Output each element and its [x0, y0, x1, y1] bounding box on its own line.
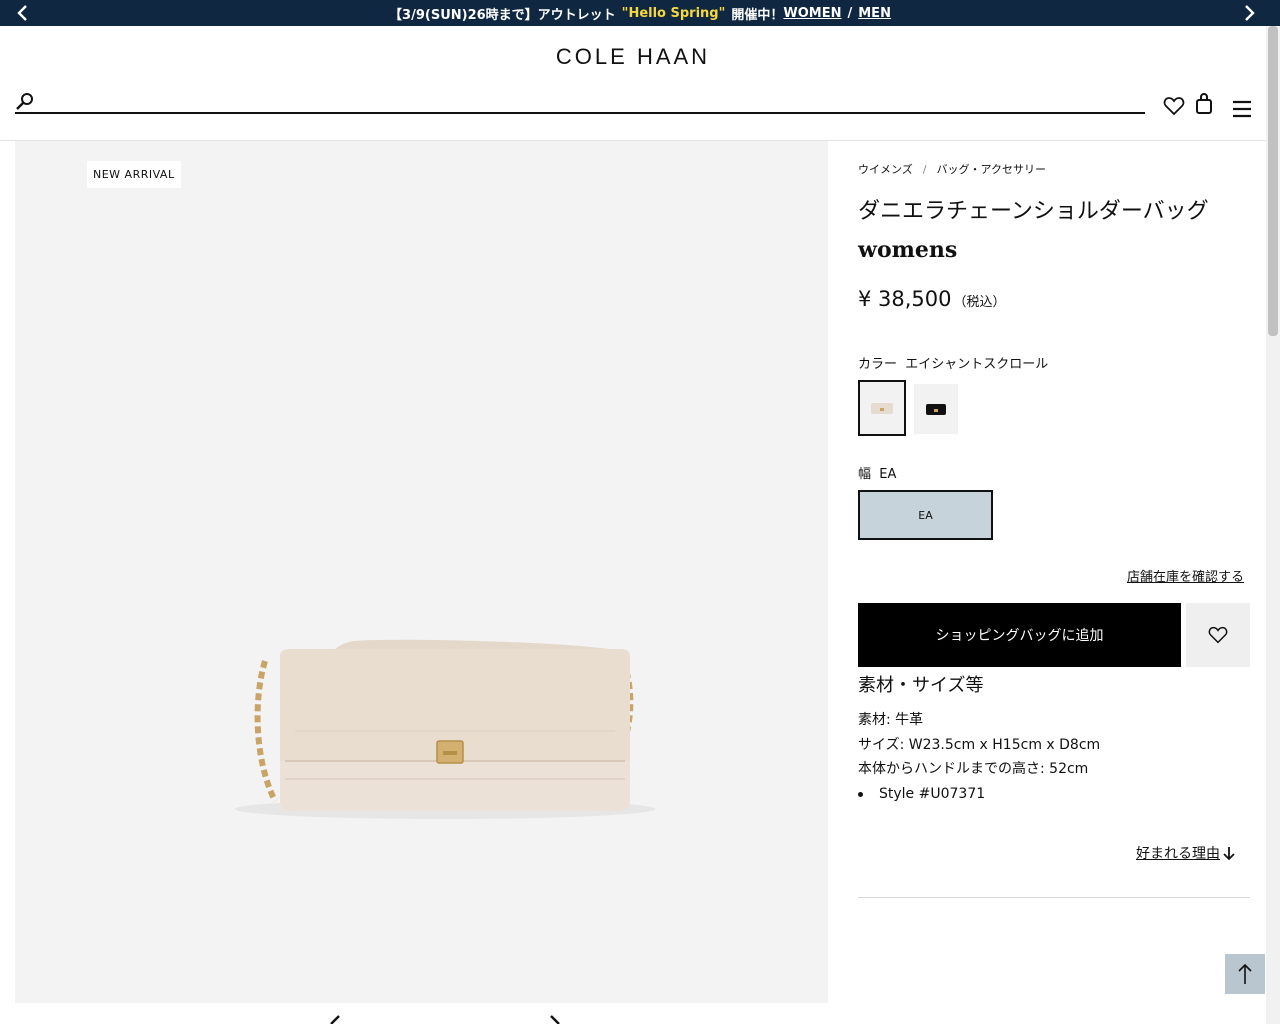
scrollbar-thumb[interactable] [1268, 26, 1278, 336]
reasons-link[interactable]: 好まれる理由 [1136, 843, 1220, 863]
breadcrumb-bags[interactable]: バッグ・アクセサリー [937, 163, 1046, 176]
width-value: EA [879, 467, 897, 482]
product-price: ¥ 38,500 （税込） [858, 287, 1006, 311]
menu-icon[interactable] [1230, 97, 1254, 121]
page-scrollbar[interactable] [1266, 26, 1280, 1024]
gallery-prev-icon[interactable] [325, 1014, 345, 1024]
back-to-top-button[interactable] [1225, 954, 1265, 994]
promo-men-link[interactable]: MEN [858, 6, 891, 21]
brand-logo[interactable]: COLE HAAN [540, 44, 726, 70]
chevron-left-icon[interactable] [14, 4, 32, 22]
heart-icon [1208, 626, 1228, 644]
tax-note: （税込） [953, 295, 1006, 310]
arrow-down-icon[interactable] [1222, 845, 1236, 861]
search-icon[interactable] [15, 92, 35, 112]
gallery-next-icon[interactable] [545, 1014, 565, 1024]
width-label-text: 幅 [858, 467, 872, 482]
promo-suffix: 開催中！ [731, 7, 784, 23]
swatch-bag-thumbnail [871, 403, 893, 414]
search-input[interactable] [45, 92, 1135, 112]
shopping-bag-icon[interactable] [1192, 92, 1216, 116]
chevron-right-icon[interactable] [1240, 4, 1258, 22]
spec-material: 素材: 牛革 [858, 712, 924, 728]
breadcrumb: ウイメンズ / バッグ・アクセサリー [858, 161, 1046, 177]
product-title: ダニエラチェーンショルダーバッグ womens [858, 193, 1250, 269]
spec-size: サイズ: W23.5cm x H15cm x D8cm [858, 737, 1101, 753]
promo-women-link[interactable]: WOMEN [783, 6, 841, 21]
swatch-bag-thumbnail [926, 404, 946, 415]
width-option-ea[interactable]: EA [858, 490, 993, 540]
breadcrumb-womens[interactable]: ウイメンズ [858, 163, 913, 176]
promo-highlight: "Hello Spring" [621, 5, 726, 21]
color-value: エイシャントスクロール [905, 357, 1049, 372]
arrow-up-icon [1238, 963, 1252, 984]
spec-handle-height: 本体からハンドルまでの高さ: 52cm [858, 761, 1089, 777]
add-to-wishlist-button[interactable] [1186, 603, 1250, 667]
product-gallery: NEW ARRIVAL [15, 141, 828, 1024]
breadcrumb-separator: / [922, 163, 927, 176]
product-title-en: womens [858, 237, 958, 263]
new-arrival-badge: NEW ARRIVAL [87, 161, 181, 188]
add-to-bag-button[interactable]: ショッピングバッグに追加 [858, 603, 1181, 667]
promo-separator: / [847, 5, 853, 21]
promo-bar: 【3/9(SUN)26時まで】アウトレット "Hello Spring" 開催中… [0, 0, 1280, 26]
spec-style-text: Style #U07371 [879, 786, 986, 802]
spec-style: Style #U07371 [858, 786, 985, 802]
spec-heading: 素材・サイズ等 [858, 675, 984, 696]
search-bar [15, 92, 1145, 114]
info-divider [858, 897, 1250, 898]
heart-icon[interactable] [1162, 94, 1186, 118]
promo-text: 【3/9(SUN)26時まで】アウトレット [389, 7, 616, 23]
width-label: 幅 EA [858, 463, 896, 482]
store-stock-link[interactable]: 店舗在庫を確認する [1127, 566, 1244, 585]
color-swatch-ancient-scroll[interactable] [858, 380, 906, 436]
bullet-dot [858, 791, 863, 797]
product-image[interactable] [225, 591, 665, 831]
product-title-ja: ダニエラチェーンショルダーバッグ [858, 199, 1209, 224]
color-label-text: カラー [858, 357, 898, 372]
price-value: ¥ 38,500 [858, 287, 952, 311]
color-label: カラー エイシャントスクロール [858, 353, 1048, 372]
color-swatch-black[interactable] [914, 384, 958, 434]
